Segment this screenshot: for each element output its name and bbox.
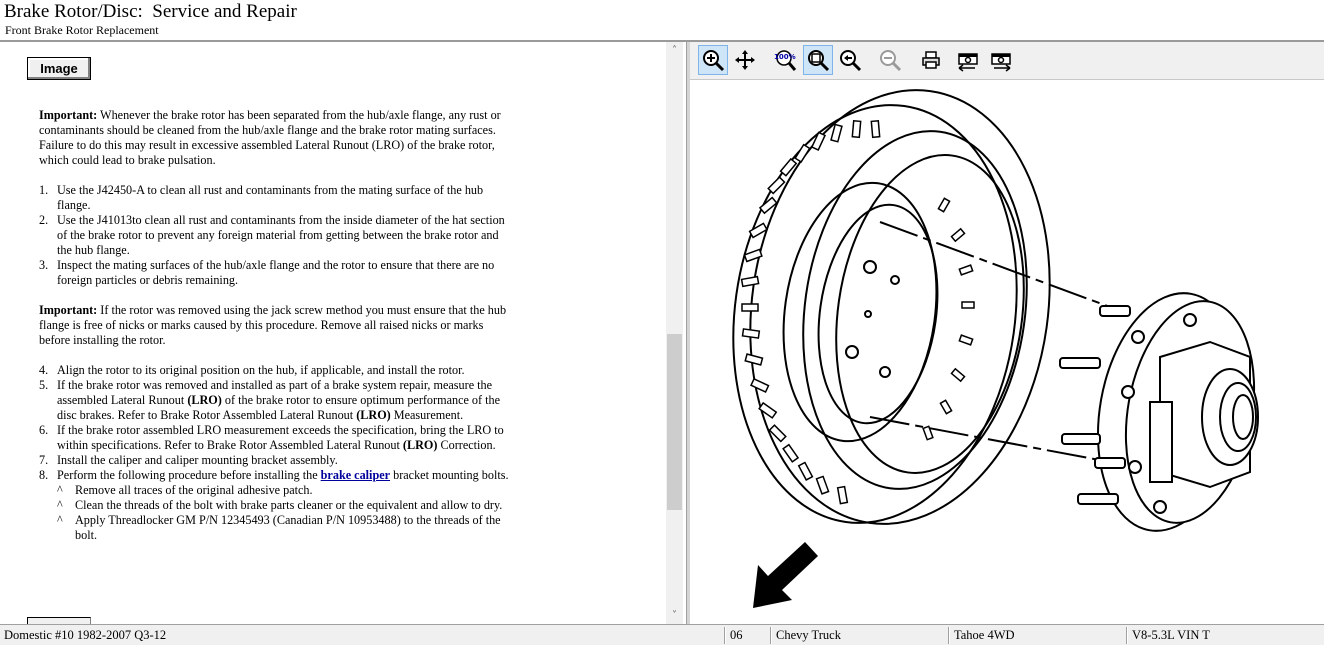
status-model: Tahoe 4WD: [954, 628, 1015, 642]
image-toolbar: 100%: [690, 42, 1324, 80]
list-item: 3. Inspect the mating surfaces of the hub…: [39, 258, 509, 288]
status-make: Chevy Truck: [776, 628, 841, 642]
direction-arrow-icon: [753, 542, 818, 608]
step-number: 3.: [39, 258, 49, 272]
next-image-button[interactable]: [986, 45, 1016, 75]
brake-caliper-link[interactable]: brake caliper: [321, 468, 390, 482]
step-text: Measurement.: [390, 408, 464, 422]
print-icon: [922, 51, 940, 69]
caret-bullet: ^: [57, 513, 63, 527]
page-subtitle: Front Brake Rotor Replacement: [5, 23, 159, 37]
step-text: Use the J41013to clean all rust and cont…: [57, 213, 505, 257]
wheel-hub-drawing: [1059, 292, 1259, 532]
list-item: 5. If the brake rotor was removed and ins…: [39, 378, 509, 423]
step-text: Install the caliper and caliper mounting…: [57, 453, 338, 467]
image-button[interactable]: Image: [27, 57, 91, 80]
step-number: 7.: [39, 453, 49, 467]
zoom-100-text: 100%: [774, 53, 796, 61]
zoom-region-icon: [840, 50, 862, 72]
brake-rotor-hub-diagram: [732, 89, 1259, 608]
scroll-thumb[interactable]: [667, 334, 682, 510]
step-number: 6.: [39, 423, 49, 437]
previous-image-button[interactable]: [953, 45, 983, 75]
list-item: 8. Perform the following procedure before…: [39, 468, 509, 543]
substep-text: Remove all traces of the original adhesi…: [75, 483, 313, 497]
prev-image-icon: [958, 53, 978, 72]
caret-bullet: ^: [57, 498, 63, 512]
status-year: 06: [730, 628, 743, 642]
zoom-100-icon: 100%: [774, 50, 797, 71]
list-item: ^ Clean the threads of the bolt with brak…: [57, 498, 509, 513]
zoom-out-icon: [880, 50, 902, 72]
partial-button[interactable]: [27, 617, 91, 624]
pan-button[interactable]: [730, 45, 760, 75]
substeps-list: ^ Remove all traces of the original adhes…: [57, 483, 509, 543]
step-number: 2.: [39, 213, 49, 227]
lro-bold: (LRO): [187, 393, 222, 407]
steps-list-b: 4. Align the rotor to its original positi…: [39, 363, 509, 543]
list-item: 4. Align the rotor to its original positi…: [39, 363, 509, 378]
status-database: Domestic #10 1982-2007 Q3-12: [4, 628, 167, 642]
print-button[interactable]: [916, 45, 946, 75]
step-text: Use the J42450-A to clean all rust and c…: [57, 183, 484, 212]
next-image-icon: [991, 53, 1011, 72]
step-number: 4.: [39, 363, 49, 377]
important-label: Important:: [39, 303, 98, 317]
scroll-down-arrow[interactable]: ˅: [666, 607, 683, 624]
list-item: 2. Use the J41013to clean all rust and co…: [39, 213, 509, 258]
step-text: Align the rotor to its original position…: [57, 363, 465, 377]
scroll-up-arrow[interactable]: ˄: [666, 42, 683, 59]
list-item: 7. Install the caliper and caliper mounti…: [39, 453, 509, 468]
zoom-in-icon: [703, 50, 725, 72]
substep-text: Clean the threads of the bolt with brake…: [75, 498, 503, 512]
step-number: 8.: [39, 468, 49, 482]
brake-rotor-drawing: [732, 89, 1051, 525]
steps-list-a: 1. Use the J42450-A to clean all rust and…: [39, 183, 509, 288]
zoom-fit-button[interactable]: [803, 45, 833, 75]
list-item: 1. Use the J42450-A to clean all rust and…: [39, 183, 509, 213]
caret-bullet: ^: [57, 483, 63, 497]
procedure-pane: Image Important: Whenever the brake roto…: [0, 42, 686, 624]
status-bar: Domestic #10 1982-2007 Q3-12 06 Chevy Tr…: [0, 624, 1324, 645]
step-number: 5.: [39, 378, 49, 392]
pan-icon: [735, 50, 755, 70]
lro-bold: (LRO): [356, 408, 391, 422]
list-item: 6. If the brake rotor assembled LRO measu…: [39, 423, 509, 453]
substep-text: Apply Threadlocker GM P/N 12345493 (Cana…: [75, 513, 501, 542]
list-item: ^ Remove all traces of the original adhes…: [57, 483, 509, 498]
important-text: If the rotor was removed using the jack …: [39, 303, 507, 347]
status-engine: V8-5.3L VIN T: [1132, 628, 1210, 642]
page-title: Brake Rotor/Disc: Service and Repair: [4, 1, 297, 22]
lro-bold: (LRO): [402, 438, 438, 452]
zoom-100-button[interactable]: 100%: [770, 45, 800, 75]
vertical-scrollbar[interactable]: ˄ ˅: [666, 42, 683, 624]
important-note-1: Important: Whenever the brake rotor has …: [39, 108, 509, 168]
step-number: 1.: [39, 183, 49, 197]
zoom-out-button[interactable]: [875, 45, 905, 75]
step-text: Perform the following procedure before i…: [57, 468, 321, 482]
step-text: bracket mounting bolts.: [390, 468, 509, 482]
step-text: Correction.: [437, 438, 496, 452]
important-label: Important:: [39, 108, 98, 122]
zoom-region-button[interactable]: [835, 45, 865, 75]
zoom-fit-icon: [808, 50, 830, 72]
list-item: ^ Apply Threadlocker GM P/N 12345493 (Can…: [57, 513, 509, 543]
document-header: Brake Rotor/Disc: Service and Repair Fro…: [0, 0, 1324, 42]
step-text: Inspect the mating surfaces of the hub/a…: [57, 258, 495, 287]
image-viewer: 100%: [690, 42, 1324, 624]
important-note-2: Important: If the rotor was removed usin…: [39, 303, 509, 348]
procedure-text: Important: Whenever the brake rotor has …: [39, 108, 509, 558]
zoom-in-button[interactable]: [698, 45, 728, 75]
important-text: Whenever the brake rotor has been separa…: [39, 108, 501, 167]
